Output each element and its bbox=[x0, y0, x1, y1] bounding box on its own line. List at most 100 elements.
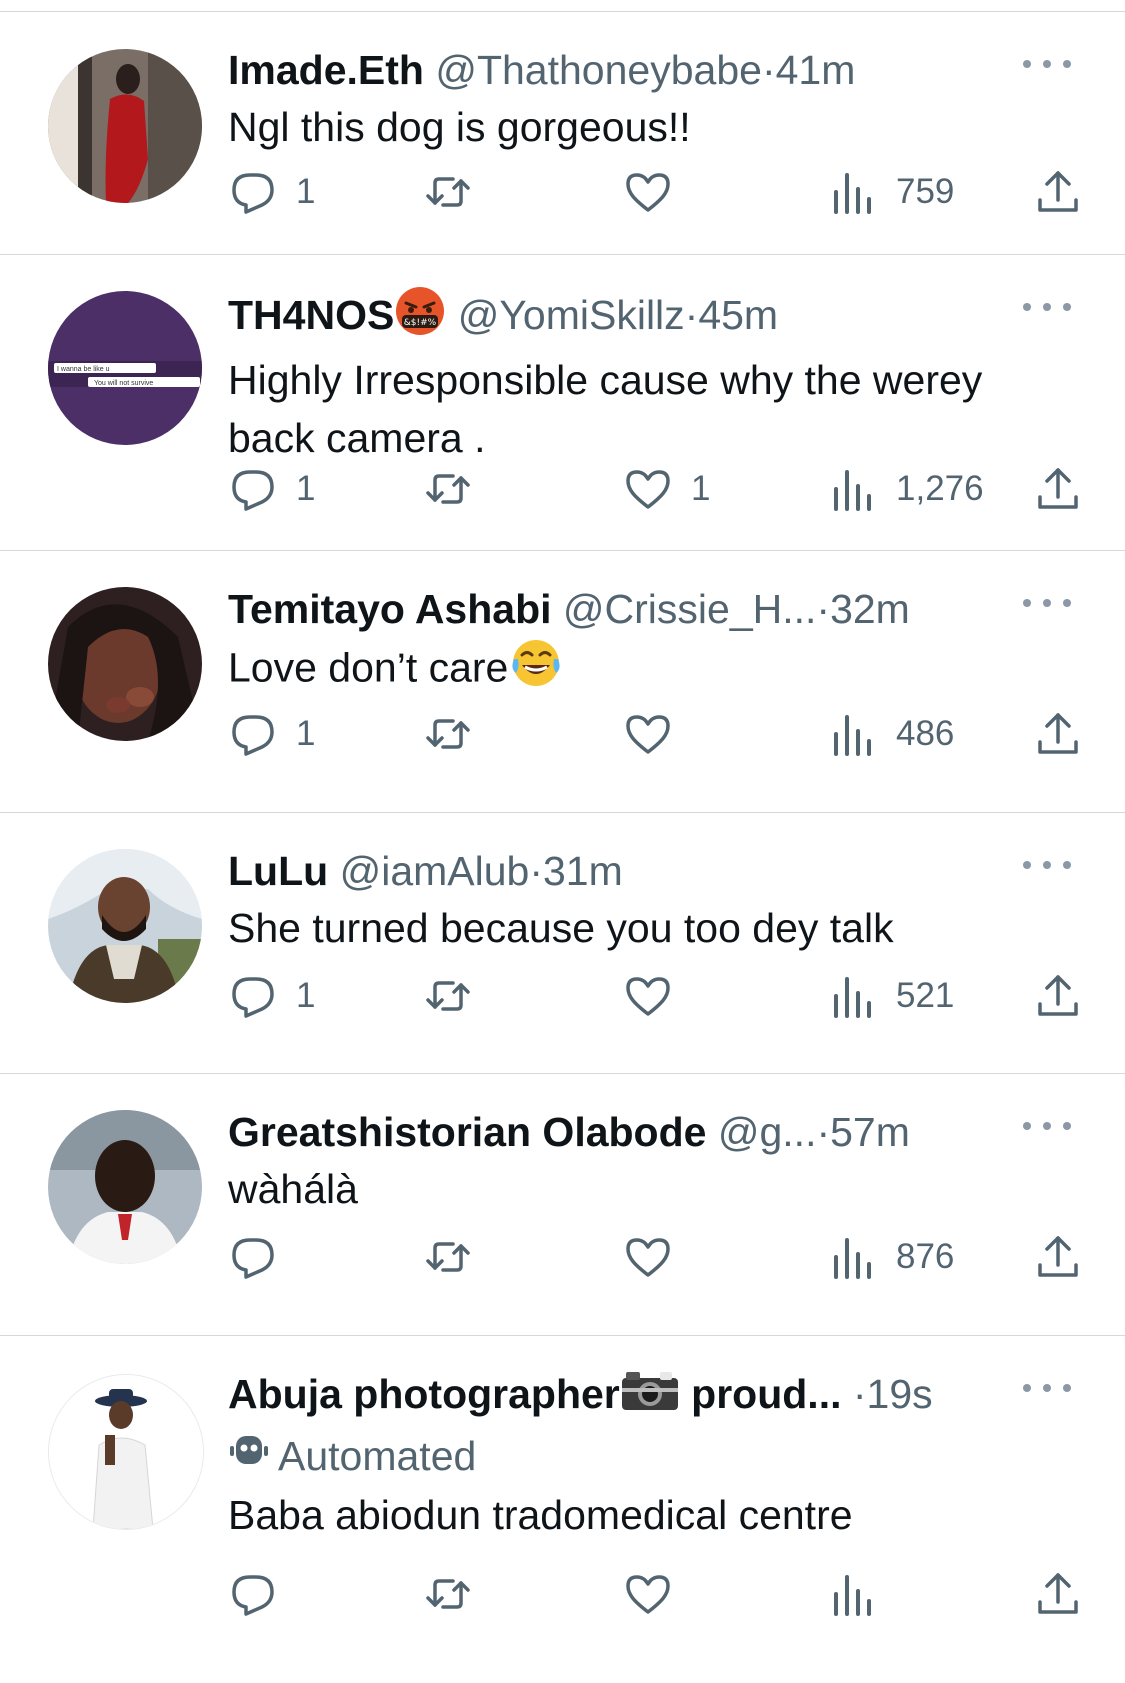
more-icon[interactable] bbox=[1023, 54, 1071, 74]
retweet-icon bbox=[426, 474, 470, 504]
avatar[interactable] bbox=[48, 1374, 204, 1530]
views-icon bbox=[834, 1238, 871, 1279]
like-icon bbox=[626, 1575, 670, 1614]
replies-feed: Imade.Eth @Thathoneybabe·41m Ngl this do… bbox=[0, 0, 1125, 1676]
avatar[interactable]: I wanna be like u You will not survive bbox=[48, 291, 202, 445]
like-button[interactable] bbox=[623, 708, 673, 760]
more-icon[interactable] bbox=[1023, 593, 1071, 613]
reply-icon bbox=[232, 173, 274, 214]
separator-dot: · bbox=[761, 47, 776, 93]
like-button[interactable] bbox=[623, 1568, 673, 1620]
like-button[interactable] bbox=[623, 970, 673, 1022]
retweet-button[interactable] bbox=[423, 970, 473, 1022]
retweet-button[interactable] bbox=[423, 166, 473, 218]
more-icon[interactable] bbox=[1023, 855, 1071, 875]
like-icon bbox=[626, 715, 670, 754]
display-name[interactable]: Greatshistorian Olabode bbox=[228, 1109, 706, 1155]
display-name[interactable]: Temitayo Ashabi bbox=[228, 586, 552, 632]
reply-text: Highly Irresponsible cause why the werey… bbox=[228, 357, 983, 461]
user-handle[interactable]: @Crissie_H... bbox=[563, 586, 817, 632]
like-icon bbox=[626, 1238, 670, 1277]
views-icon bbox=[834, 470, 871, 511]
share-button[interactable] bbox=[1033, 1568, 1083, 1620]
share-button[interactable] bbox=[1033, 970, 1083, 1022]
avatar[interactable] bbox=[48, 849, 202, 1003]
action-bar: 1 486 bbox=[228, 708, 1083, 760]
retweet-icon bbox=[426, 1242, 470, 1272]
share-button[interactable] bbox=[1033, 463, 1083, 515]
reply-icon bbox=[232, 1238, 274, 1279]
reply-button[interactable]: 1 bbox=[228, 708, 315, 760]
reply-header: LuLu @iamAlub·31m bbox=[228, 843, 1015, 899]
action-bar: 1 1 1,276 bbox=[228, 463, 1083, 515]
reply-header: Abuja photographer proud... ·19s bbox=[228, 1366, 1015, 1426]
separator-dot: · bbox=[852, 1371, 867, 1417]
more-icon[interactable] bbox=[1023, 297, 1071, 317]
retweet-button[interactable] bbox=[423, 1231, 473, 1283]
timestamp[interactable]: 32m bbox=[830, 586, 910, 632]
share-button[interactable] bbox=[1033, 166, 1083, 218]
tears-of-joy-emoji-icon bbox=[508, 637, 564, 704]
retweet-button[interactable] bbox=[423, 463, 473, 515]
retweet-icon bbox=[426, 719, 470, 749]
more-icon[interactable] bbox=[1023, 1378, 1071, 1398]
reply-item[interactable]: Imade.Eth @Thathoneybabe·41m Ngl this do… bbox=[0, 12, 1125, 255]
display-name-suffix[interactable]: proud... bbox=[691, 1371, 841, 1417]
reply-item[interactable]: Temitayo Ashabi @Crissie_H...·32m Love d… bbox=[0, 551, 1125, 813]
reply-header: TH4NOS &$!#% @YomiSkillz·45m bbox=[228, 285, 1015, 351]
reply-button[interactable] bbox=[228, 1231, 278, 1283]
timestamp[interactable]: 57m bbox=[830, 1109, 910, 1155]
share-icon bbox=[1038, 1236, 1078, 1277]
separator-dot: · bbox=[816, 1109, 831, 1155]
more-icon[interactable] bbox=[1023, 1116, 1071, 1136]
display-name[interactable]: Abuja photographer bbox=[228, 1371, 620, 1417]
display-name[interactable]: Imade.Eth bbox=[228, 47, 424, 93]
views-count: 1,276 bbox=[896, 469, 984, 508]
reply-button[interactable] bbox=[228, 1568, 278, 1620]
views-icon bbox=[834, 715, 871, 756]
like-count: 1 bbox=[691, 469, 711, 508]
views-button[interactable]: 486 bbox=[828, 708, 954, 760]
user-handle[interactable]: @g... bbox=[718, 1109, 817, 1155]
views-button[interactable]: 1,276 bbox=[828, 463, 984, 515]
avatar[interactable] bbox=[48, 1110, 202, 1264]
timestamp[interactable]: 45m bbox=[698, 292, 778, 338]
reply-text: Baba abiodun tradomedical centre bbox=[228, 1492, 853, 1539]
reply-button[interactable]: 1 bbox=[228, 166, 315, 218]
display-name[interactable]: TH4NOS bbox=[228, 292, 394, 338]
reply-item[interactable]: Greatshistorian Olabode @g...·57m wàhálà… bbox=[0, 1074, 1125, 1336]
display-name[interactable]: LuLu bbox=[228, 848, 328, 894]
reply-header: Imade.Eth @Thathoneybabe·41m bbox=[228, 42, 1015, 98]
avatar[interactable] bbox=[48, 49, 202, 203]
timestamp[interactable]: 19s bbox=[867, 1371, 933, 1417]
reply-button[interactable]: 1 bbox=[228, 970, 315, 1022]
retweet-button[interactable] bbox=[423, 1568, 473, 1620]
timestamp[interactable]: 41m bbox=[776, 47, 856, 93]
like-button[interactable]: 1 bbox=[623, 463, 710, 515]
timestamp[interactable]: 31m bbox=[543, 848, 623, 894]
retweet-button[interactable] bbox=[423, 708, 473, 760]
share-button[interactable] bbox=[1033, 708, 1083, 760]
views-button[interactable]: 521 bbox=[828, 970, 954, 1022]
reply-item[interactable]: Abuja photographer proud... ·19s Automat… bbox=[0, 1336, 1125, 1676]
reply-count: 1 bbox=[296, 714, 316, 753]
svg-text:&$!#%: &$!#% bbox=[404, 318, 437, 328]
user-handle[interactable]: @YomiSkillz bbox=[458, 292, 685, 338]
reply-item[interactable]: LuLu @iamAlub·31m She turned because you… bbox=[0, 813, 1125, 1074]
reply-count: 1 bbox=[296, 172, 316, 211]
like-button[interactable] bbox=[623, 1231, 673, 1283]
user-handle[interactable]: @iamAlub bbox=[340, 848, 530, 894]
views-icon bbox=[834, 977, 871, 1018]
reply-button[interactable]: 1 bbox=[228, 463, 315, 515]
views-button[interactable] bbox=[828, 1568, 878, 1620]
user-handle[interactable]: @Thathoneybabe bbox=[435, 47, 762, 93]
separator-dot: · bbox=[684, 291, 699, 338]
reply-icon bbox=[232, 1575, 274, 1616]
views-button[interactable]: 876 bbox=[828, 1231, 954, 1283]
views-button[interactable]: 759 bbox=[828, 166, 954, 218]
share-button[interactable] bbox=[1033, 1231, 1083, 1283]
reply-item[interactable]: I wanna be like u You will not survive T… bbox=[0, 255, 1125, 551]
reply-text: Love don’t care bbox=[228, 644, 509, 691]
avatar[interactable] bbox=[48, 587, 202, 741]
like-button[interactable] bbox=[623, 166, 673, 218]
